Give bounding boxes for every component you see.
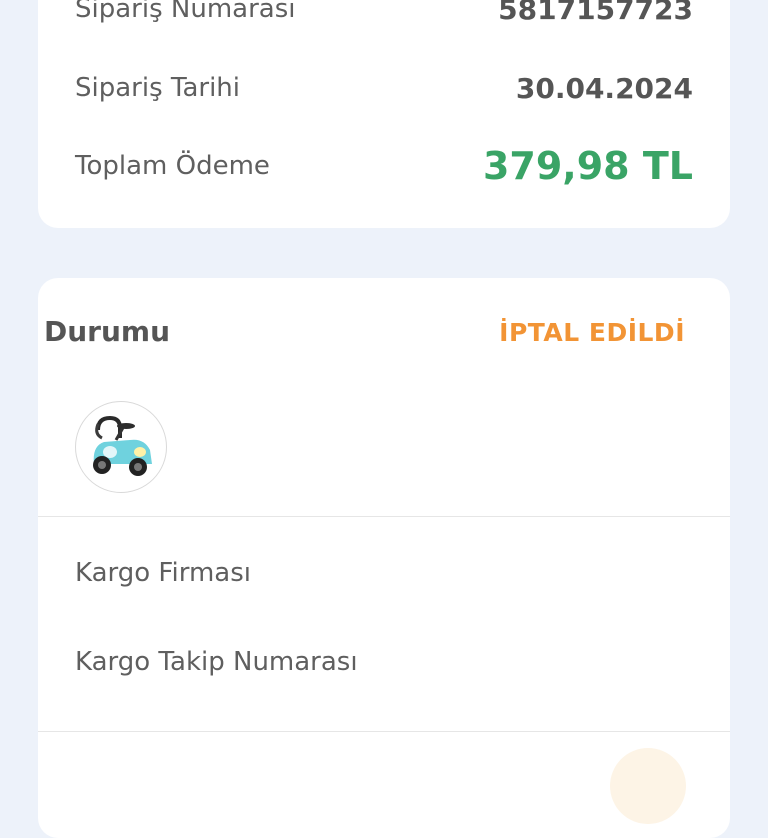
order-summary-card — [38, 0, 730, 228]
order-number-row: Sipariş Numarası 5817157723 — [75, 0, 693, 26]
order-number-label: Sipariş Numarası — [75, 0, 296, 24]
divider — [38, 731, 730, 732]
total-payment-row: Toplam Ödeme 379,98 TL — [75, 142, 693, 190]
status-title: Durumu — [44, 315, 171, 348]
total-payment-label: Toplam Ödeme — [75, 151, 270, 181]
divider — [38, 516, 730, 517]
total-payment-value: 379,98 TL — [482, 144, 693, 188]
ride-on-toy-car-icon — [93, 415, 152, 476]
partial-circle-icon — [610, 748, 686, 824]
order-date-label: Sipariş Tarihi — [75, 73, 241, 103]
order-date-value: 30.04.2024 — [515, 71, 693, 105]
order-number-value: 5817157723 — [498, 0, 693, 26]
status-badge: İPTAL EDİLDİ — [499, 318, 685, 347]
cargo-company-label: Kargo Firması — [75, 558, 251, 588]
product-thumbnail[interactable] — [75, 401, 167, 493]
cargo-tracking-label: Kargo Takip Numarası — [75, 647, 358, 677]
order-date-row: Sipariş Tarihi 30.04.2024 — [75, 68, 693, 108]
